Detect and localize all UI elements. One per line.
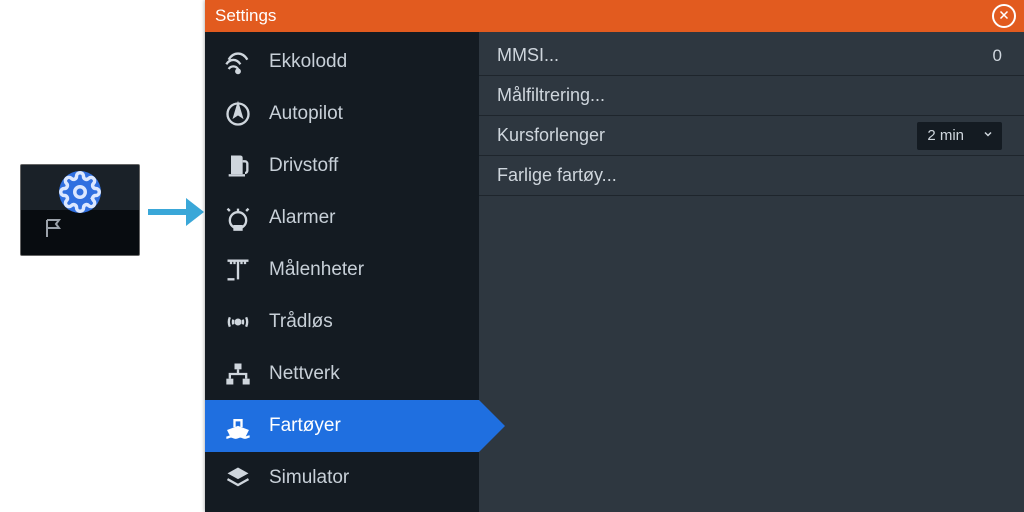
row-label: Farlige fartøy... [497,165,617,186]
sidebar-item-malenheter[interactable]: Målenheter [205,244,479,296]
sonar-icon [223,47,253,77]
sidebar-item-tradlos[interactable]: Trådløs [205,296,479,348]
sidebar-item-label: Drivstoff [269,155,338,177]
sidebar-item-label: Fartøyer [269,415,341,437]
ruler-icon [223,255,253,285]
row-farlige-fartoy[interactable]: Farlige fartøy... [479,156,1024,196]
sidebar-item-label: Målenheter [269,259,364,281]
sidebar-item-fartoyer[interactable]: Fartøyer [205,400,479,452]
sidebar-item-autopilot[interactable]: Autopilot [205,88,479,140]
sidebar-item-nettverk[interactable]: Nettverk [205,348,479,400]
kursforlenger-select[interactable]: 2 min [917,122,1002,150]
row-label: MMSI... [497,45,559,66]
sidebar-item-simulator[interactable]: Simulator [205,452,479,504]
close-button[interactable] [992,4,1016,28]
row-value: 0 [993,46,1002,66]
sidebar-item-label: Autopilot [269,103,343,125]
pointer-arrow [148,198,204,226]
window-title: Settings [215,6,276,26]
sidebar-item-ekkolodd[interactable]: Ekkolodd [205,36,479,88]
row-malfiltrering[interactable]: Målfiltrering... [479,76,1024,116]
sidebar-item-label: Simulator [269,467,349,489]
flag-icon [43,216,67,245]
row-label: Kursforlenger [497,125,605,146]
chevron-down-icon [982,127,994,144]
row-label: Målfiltrering... [497,85,605,106]
row-mmsi[interactable]: MMSI... 0 [479,36,1024,76]
settings-sidebar: Ekkolodd Autopilot Drivstoff [205,32,479,512]
sidebar-item-label: Nettverk [269,363,340,385]
wireless-icon [223,307,253,337]
sidebar-item-label: Ekkolodd [269,51,347,73]
layers-icon [223,463,253,493]
settings-content: MMSI... 0 Målfiltrering... Kursforlenger… [479,32,1024,512]
settings-icon[interactable] [59,171,101,213]
titlebar: Settings [205,0,1024,32]
vessel-icon [223,411,253,441]
network-icon [223,359,253,389]
source-thumbnail [20,164,140,256]
select-value: 2 min [927,127,964,144]
sidebar-item-drivstoff[interactable]: Drivstoff [205,140,479,192]
fuel-icon [223,151,253,181]
close-icon [998,6,1010,26]
settings-window: Settings Ekkolodd Au [205,0,1024,512]
sidebar-item-label: Alarmer [269,207,336,229]
alarm-icon [223,203,253,233]
compass-icon [223,99,253,129]
sidebar-item-label: Trådløs [269,311,333,333]
sidebar-item-alarmer[interactable]: Alarmer [205,192,479,244]
row-kursforlenger[interactable]: Kursforlenger 2 min [479,116,1024,156]
